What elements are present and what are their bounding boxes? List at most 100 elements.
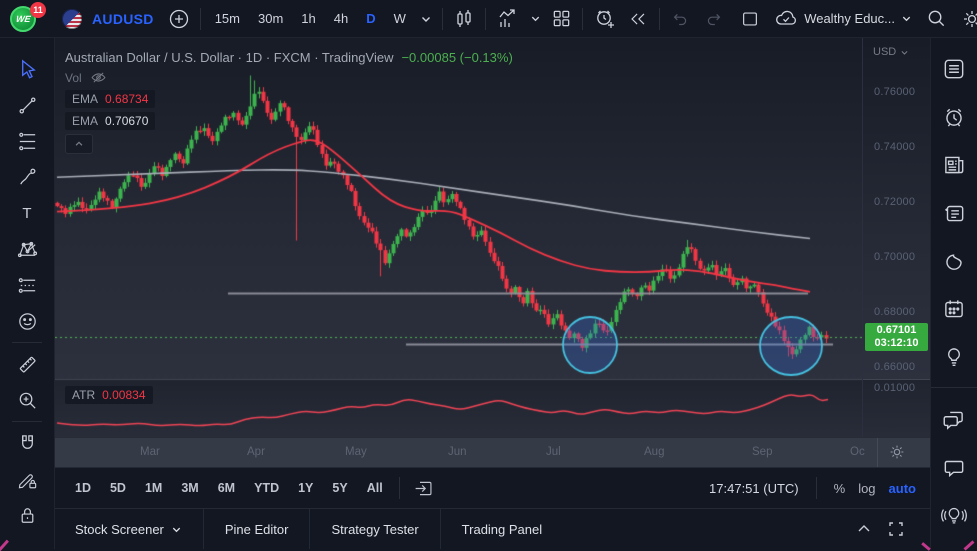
legend-collapse-button[interactable] [65, 134, 93, 154]
range-all[interactable]: All [364, 479, 386, 497]
range-ytd[interactable]: YTD [251, 479, 282, 497]
compare-add-icon[interactable] [168, 8, 190, 30]
volume-indicator-label[interactable]: Vol [65, 71, 82, 85]
public-chat-icon[interactable] [934, 444, 974, 492]
layout-grid-icon[interactable] [551, 8, 572, 29]
price-axis-label: 0.74000 [874, 141, 915, 153]
price-axis-label: 0.70000 [874, 251, 915, 263]
indicators-chevron-down-icon[interactable] [530, 13, 541, 24]
eye-hidden-icon[interactable] [90, 69, 107, 86]
timeframe-1w[interactable]: W [390, 9, 410, 28]
month-label: Jul [546, 446, 561, 458]
drawing-pencil-lock-icon[interactable] [9, 461, 45, 497]
time-axis-settings-gear-icon[interactable] [887, 442, 907, 462]
zoom-in-tool-icon[interactable] [9, 382, 45, 418]
timeframe-15m[interactable]: 15m [211, 9, 244, 28]
lock-all-drawings-icon[interactable] [9, 497, 45, 533]
price-axis[interactable]: USD 0.76000 0.74000 0.72000 0.70000 0.68000 0… [862, 38, 930, 437]
notification-badge: 11 [30, 2, 46, 18]
watchlist-icon[interactable] [934, 45, 974, 93]
price-axis-label: 0.68000 [874, 306, 915, 318]
range-1m[interactable]: 1M [142, 479, 165, 497]
alert-plus-icon[interactable] [593, 7, 617, 31]
audusd-flags-icon[interactable] [62, 9, 82, 29]
timeframe-4h[interactable]: 4h [330, 9, 352, 28]
tradingview-app: { "topbar": { "logo": {"text": "WE", "ba… [0, 0, 977, 549]
atr-axis-label: 0.01000 [874, 382, 915, 394]
alerts-icon[interactable] [934, 93, 974, 141]
last-price-label: 0.67101 03:12:10 [865, 323, 928, 351]
chart-panes[interactable]: Australian Dollar / U.S. Dollar · 1D · F… [55, 38, 930, 437]
timeframe-1d-active[interactable]: D [362, 9, 379, 28]
timeframe-30m[interactable]: 30m [254, 9, 287, 28]
hotlists-icon[interactable] [934, 237, 974, 285]
cloud-saved-icon [774, 7, 798, 31]
redo-icon[interactable] [702, 8, 724, 30]
snapshot-square-icon[interactable] [740, 9, 760, 29]
cloud-account-menu[interactable]: Wealthy Educ... [774, 7, 912, 31]
streams-icon[interactable] [934, 492, 974, 540]
month-label: Jun [448, 446, 467, 458]
text-tool-icon[interactable]: T [9, 195, 45, 231]
chart-legend: Australian Dollar / U.S. Dollar · 1D · F… [65, 50, 513, 154]
tab-stock-screener[interactable]: Stock Screener [75, 509, 203, 549]
account-name: Wealthy Educ... [804, 11, 895, 26]
symbol-name[interactable]: AUDUSD [92, 11, 154, 27]
symbol-title[interactable]: Australian Dollar / U.S. Dollar · 1D · F… [65, 50, 393, 65]
forecast-tool-icon[interactable] [9, 267, 45, 303]
clock-utc[interactable]: 17:47:51 (UTC) [709, 481, 799, 496]
chart-style-candles-icon[interactable] [453, 8, 475, 30]
calendar-icon[interactable] [934, 285, 974, 333]
log-scale-toggle[interactable]: log [858, 481, 875, 496]
timeframe-1h[interactable]: 1h [297, 9, 319, 28]
trend-line-tool-icon[interactable] [9, 87, 45, 123]
atr-legend[interactable]: ATR0.00834 [65, 386, 153, 404]
month-label: Oc [850, 446, 865, 458]
drawing-toolbar: T [0, 38, 55, 549]
currency-axis-dropdown[interactable]: USD [873, 46, 909, 58]
time-axis[interactable]: MarAprMayJunJulAugSepOc [55, 437, 930, 467]
settings-gear-icon[interactable] [961, 8, 977, 30]
ema-slow-legend[interactable]: EMA0.70670 [65, 112, 155, 130]
data-window-icon[interactable] [934, 189, 974, 237]
price-axis-label: 0.76000 [874, 86, 915, 98]
tab-pine-editor[interactable]: Pine Editor [204, 509, 310, 549]
timeframes-chevron-down-icon[interactable] [420, 13, 432, 25]
percent-scale-toggle[interactable]: % [834, 481, 846, 496]
price-axis-label: 0.72000 [874, 196, 915, 208]
bottom-panel-tabs: Stock Screener Pine Editor Strategy Test… [55, 509, 930, 549]
range-3m[interactable]: 3M [178, 479, 201, 497]
range-6m[interactable]: 6M [215, 479, 238, 497]
news-icon[interactable] [934, 141, 974, 189]
pane-divider[interactable] [863, 379, 930, 380]
emoji-tool-icon[interactable] [9, 303, 45, 339]
magnet-tool-icon[interactable] [9, 425, 45, 461]
measure-ruler-tool-icon[interactable] [9, 346, 45, 382]
brush-tool-icon[interactable] [9, 159, 45, 195]
right-sidebar [930, 38, 977, 549]
month-label: Mar [140, 446, 160, 458]
bar-replay-icon[interactable] [627, 8, 649, 30]
indicators-icon[interactable] [496, 7, 520, 31]
xabcd-pattern-tool-icon[interactable] [9, 231, 45, 267]
ema-fast-legend[interactable]: EMA0.68734 [65, 90, 155, 108]
cursor-tool-icon[interactable] [9, 51, 45, 87]
tab-trading-panel[interactable]: Trading Panel [441, 509, 563, 549]
fullscreen-icon[interactable] [888, 521, 904, 537]
range-5d[interactable]: 5D [107, 479, 129, 497]
ideas-lightbulb-icon[interactable] [934, 333, 974, 381]
range-5y[interactable]: 5Y [329, 479, 350, 497]
tab-strategy-tester[interactable]: Strategy Tester [310, 509, 439, 549]
chart-region: Australian Dollar / U.S. Dollar · 1D · F… [55, 38, 930, 549]
auto-scale-toggle[interactable]: auto [889, 481, 916, 496]
go-to-date-icon[interactable] [413, 478, 434, 499]
month-label: May [345, 446, 367, 458]
private-chats-icon[interactable] [934, 396, 974, 444]
undo-icon[interactable] [670, 8, 692, 30]
range-1y[interactable]: 1Y [295, 479, 316, 497]
broker-logo[interactable]: WE 11 [10, 5, 40, 33]
panel-collapse-chevron-icon[interactable] [856, 521, 872, 537]
fib-retracement-tool-icon[interactable] [9, 123, 45, 159]
search-icon[interactable] [926, 8, 947, 29]
range-1d[interactable]: 1D [72, 479, 94, 497]
